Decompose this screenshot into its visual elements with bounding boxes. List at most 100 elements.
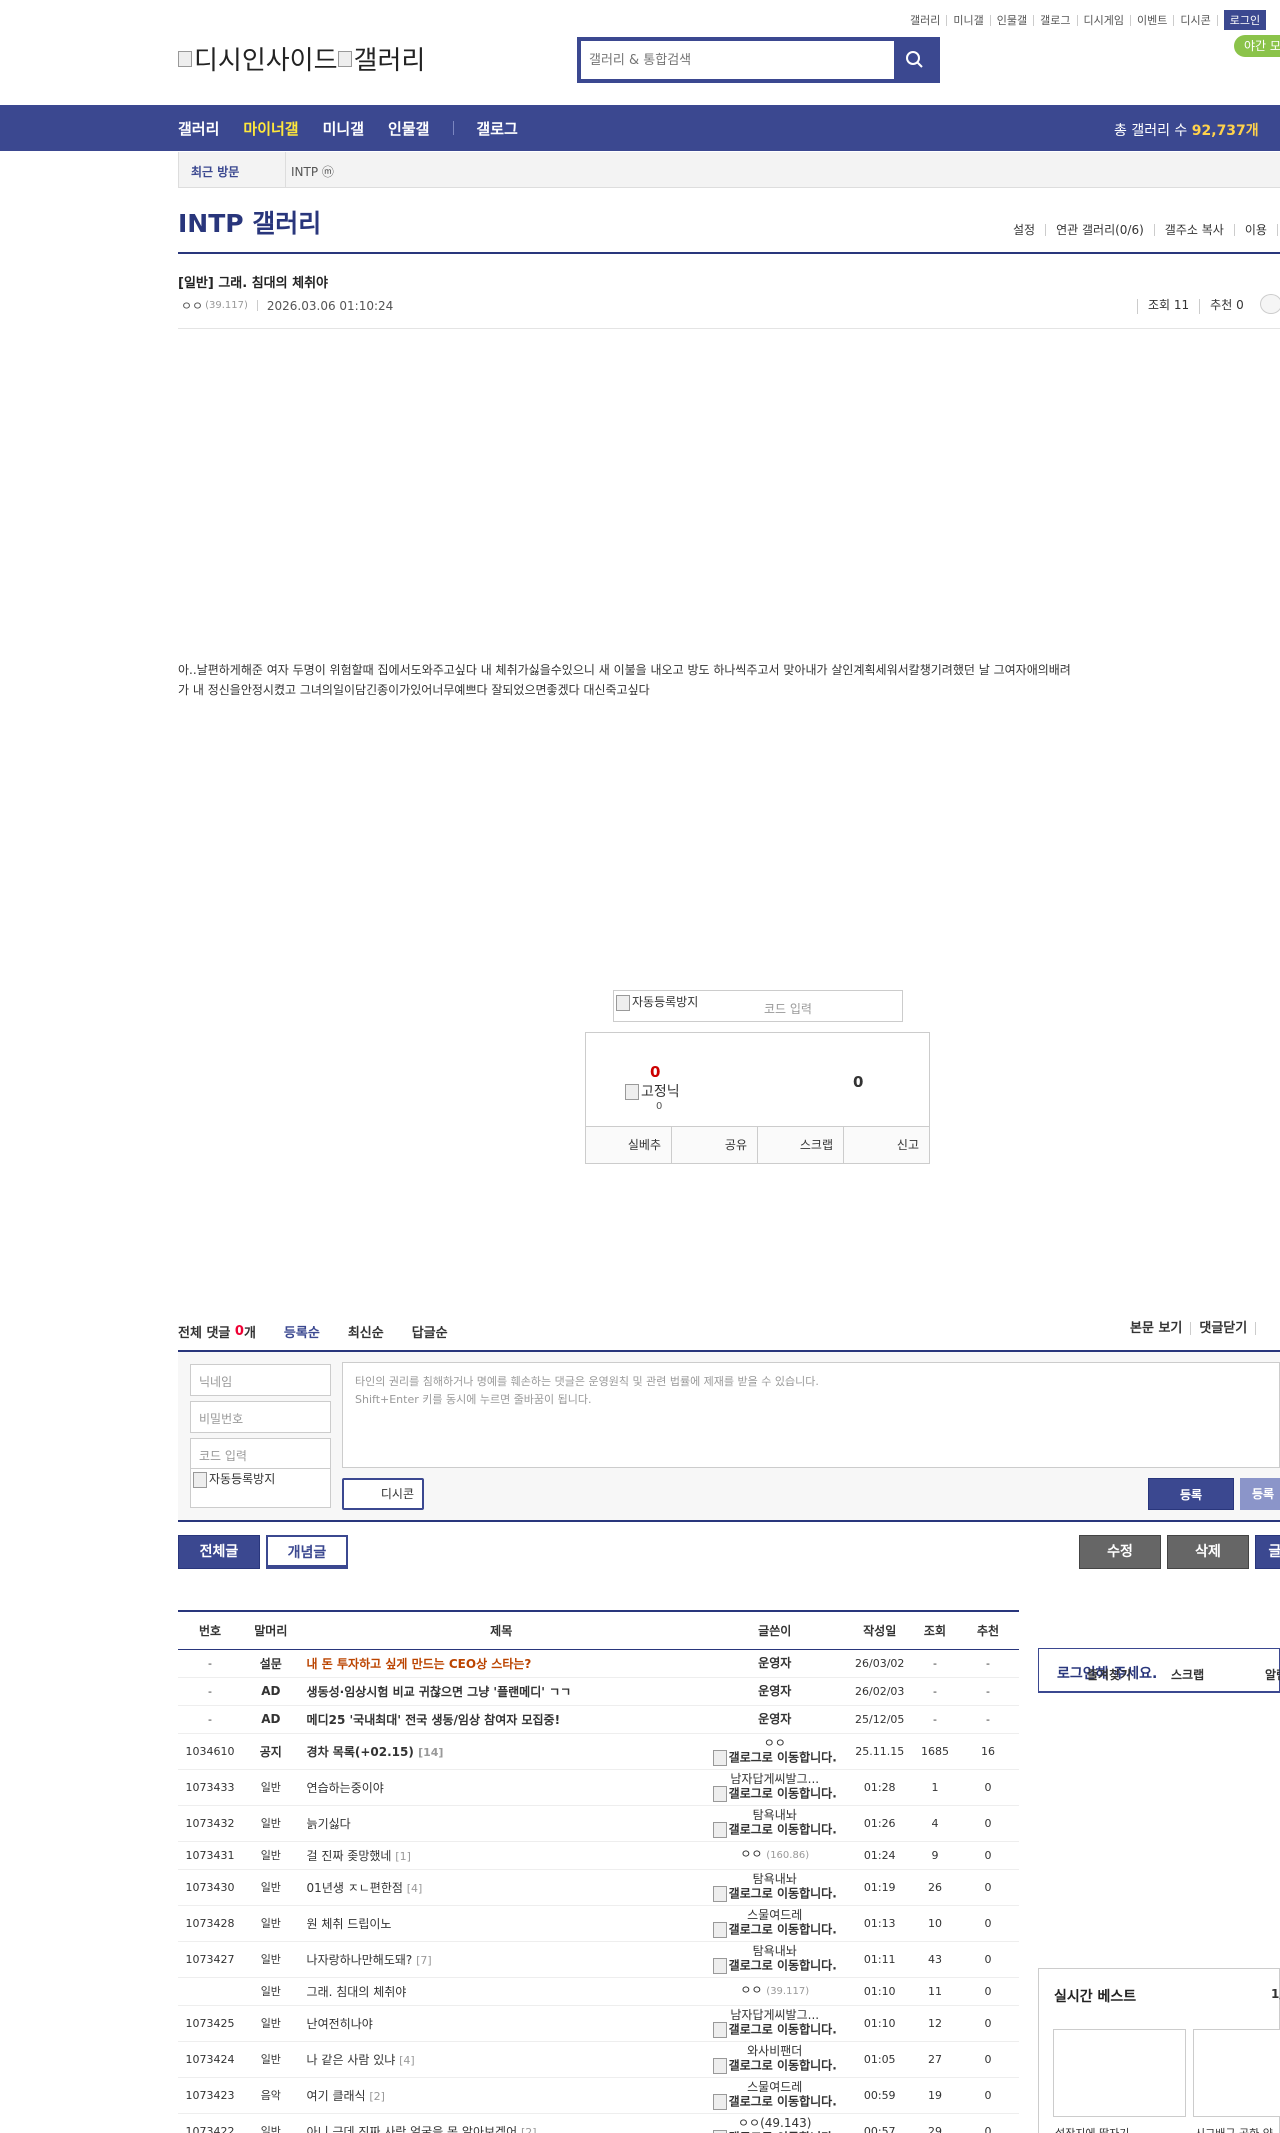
cell-subject[interactable]: 경차 목록(+02.15) [14]	[299, 1733, 703, 1770]
view-body-link[interactable]: 본문 보기	[1122, 1322, 1192, 1335]
reply-count[interactable]: [2]	[369, 2090, 385, 2103]
cell-subject[interactable]: 나 같은 사람 있냐 [4]	[299, 2041, 703, 2078]
table-row[interactable]: 일반 그래. 침대의 체취야 ㅇㅇ (39.117) 01:10 11 0	[178, 1977, 1019, 2006]
gallery-settings-link[interactable]: 설정	[1003, 224, 1047, 236]
gallery-title[interactable]: INTP 갤러리	[178, 204, 321, 240]
writer-nick[interactable]: ㅇㅇ	[740, 1847, 762, 1861]
writer-nick[interactable]: 운영자	[758, 1684, 791, 1698]
table-row[interactable]: - AD 메디25 '국내최대' 전국 생동/임상 참여자 모집중! 운영자 25/12…	[178, 1705, 1019, 1734]
table-row[interactable]: 1073428 일반 원 체취 드립이노 스물여드레 갤로그로 이동합니다. 01:13 1…	[178, 1905, 1019, 1942]
gallog-link[interactable]: 갤로그로 이동합니다.	[703, 1886, 847, 1902]
reply-count[interactable]: [14]	[418, 1746, 443, 1759]
comment-register-recommend-button[interactable]: 등록	[1240, 1478, 1280, 1510]
write-button[interactable]: 글	[1255, 1535, 1280, 1569]
cell-subject[interactable]: 걸 진짜 좆망했네 [1]	[299, 1841, 703, 1870]
cell-subject[interactable]: 난여전히나야	[299, 2005, 703, 2042]
cell-writer[interactable]: 탐욕내놔 갤로그로 이동합니다.	[702, 1941, 847, 1978]
writer-nick[interactable]: 남자답게씨발그...	[703, 1772, 847, 1786]
related-gallery-link[interactable]: 연관 갤러리(0/6)	[1046, 224, 1155, 236]
post-author[interactable]: ㅇㅇ	[181, 297, 203, 314]
cell-writer[interactable]: 운영자	[702, 1705, 847, 1734]
writer-nick[interactable]: ㅇㅇ(49.143)	[703, 2116, 847, 2130]
post-subject-link[interactable]: 01년생 ㅈㄴ편한점	[307, 1881, 403, 1895]
writer-nick[interactable]: 운영자	[758, 1712, 791, 1726]
writer-nick[interactable]: 와사비팬더	[703, 2044, 847, 2058]
table-row[interactable]: 1073432 일반 늙기싫다 탐욕내놔 갤로그로 이동합니다. 01:26 4 0	[178, 1805, 1019, 1842]
dccon-button[interactable]: 디시콘	[342, 1478, 424, 1510]
top-link-dccon[interactable]: 디시콘	[1174, 14, 1218, 26]
upvote-count[interactable]: 0	[650, 1063, 660, 1081]
password-field[interactable]: 비밀번호	[190, 1401, 331, 1433]
concept-posts-button[interactable]: 개념글	[266, 1535, 348, 1569]
table-row[interactable]: 1073431 일반 걸 진짜 좆망했네 [1] ㅇㅇ (160.86) 01:24 9 0	[178, 1841, 1019, 1870]
best-caption[interactable]: 설작지에 딸자기	[1055, 2125, 1129, 2133]
cell-writer[interactable]: 와사비팬더 갤로그로 이동합니다.	[702, 2041, 847, 2078]
cell-subject[interactable]: 아니 근데 진짜 사람 얼굴을 못 알아보겠어 [2]	[299, 2113, 703, 2133]
cell-subject[interactable]: 연습하는중이야	[299, 1769, 703, 1806]
best-thumbnail[interactable]	[1053, 2029, 1186, 2117]
nickname-field[interactable]: 닉네임	[190, 1364, 331, 1396]
scrap-button[interactable]: 스크랩	[758, 1127, 844, 1163]
nav-minor-gallery[interactable]: 마이너갤	[243, 118, 298, 139]
gallog-link[interactable]: 갤로그로 이동합니다.	[703, 1786, 847, 1802]
top-link-minigall[interactable]: 미니갤	[947, 14, 991, 26]
best-thumbnail[interactable]	[1193, 2029, 1280, 2117]
best-caption[interactable]: 시그배구 공화 약	[1195, 2125, 1273, 2133]
writer-nick[interactable]: 남자답게씨발그...	[703, 2008, 847, 2022]
usage-link[interactable]: 이용	[1235, 224, 1278, 236]
downvote-count[interactable]: 0	[853, 1073, 863, 1091]
edit-button[interactable]: 수정	[1079, 1535, 1161, 1569]
post-subject-link[interactable]: 원 체취 드립이노	[307, 1917, 392, 1931]
writer-nick[interactable]: 스물여드레	[703, 2080, 847, 2094]
nav-person-gallery[interactable]: 인물갤	[388, 118, 429, 139]
post-subject-link[interactable]: 생동성·임상시험 비교 귀찮으면 그냥 '플랜메디' ㄱㄱ	[307, 1685, 572, 1699]
cell-subject[interactable]: 늙기싫다	[299, 1805, 703, 1842]
cell-writer[interactable]: ㅇㅇ (39.117)	[702, 1977, 847, 2006]
writer-nick[interactable]: 탐욕내놔	[703, 1808, 847, 1822]
reply-count[interactable]: [1]	[395, 1850, 411, 1863]
cell-writer[interactable]: 탐욕내놔 갤로그로 이동합니다.	[702, 1869, 847, 1906]
cell-writer[interactable]: 운영자	[702, 1649, 847, 1678]
comment-jump-icon[interactable]	[1259, 294, 1280, 314]
reply-count[interactable]: [2]	[521, 2126, 537, 2133]
writer-nick[interactable]: ㅇㅇ	[740, 1983, 762, 1997]
comment-register-button[interactable]: 등록	[1148, 1478, 1234, 1510]
gallog-link[interactable]: 갤로그로 이동합니다.	[703, 1958, 847, 1974]
writer-nick[interactable]: ㅇㅇ	[703, 1736, 847, 1750]
post-subject-link[interactable]: 나자랑하나만해도돼?	[307, 1953, 413, 1967]
writer-nick[interactable]: 스물여드레	[703, 1908, 847, 1922]
code-field[interactable]: 코드 입력	[190, 1438, 331, 1470]
comment-textarea[interactable]: 타인의 권리를 침해하거나 명예를 훼손하는 댓글은 운영원칙 및 관련 법률에…	[342, 1362, 1280, 1468]
post-subject-link[interactable]: 난여전히나야	[307, 2017, 373, 2031]
table-row[interactable]: 1073422 일반 아니 근데 진짜 사람 얼굴을 못 알아보겠어 [2] ㅇㅇ(4…	[178, 2113, 1019, 2133]
scrap-link[interactable]: 스크랩	[1171, 1666, 1204, 1683]
nav-gallery[interactable]: 갤러리	[178, 118, 219, 139]
post-subject-link[interactable]: 늙기싫다	[307, 1817, 351, 1831]
table-row[interactable]: 1034610 공지 경차 목록(+02.15) [14] ㅇㅇ 갤로그로 이동합니다.…	[178, 1733, 1019, 1770]
captcha-input[interactable]: 코드 입력	[764, 1000, 812, 1017]
cell-writer[interactable]: 스물여드레 갤로그로 이동합니다.	[702, 2077, 847, 2114]
gallog-link[interactable]: 갤로그로 이동합니다.	[703, 1822, 847, 1838]
cell-subject[interactable]: 원 체취 드립이노	[299, 1905, 703, 1942]
gallog-link[interactable]: 갤로그로 이동합니다.	[703, 1750, 847, 1766]
table-row[interactable]: 1073427 일반 나자랑하나만해도돼? [7] 탐욕내놔 갤로그로 이동합니다. 01…	[178, 1941, 1019, 1978]
cell-subject[interactable]: 메디25 '국내최대' 전국 생동/임상 참여자 모집중!	[299, 1705, 703, 1734]
cell-writer[interactable]: ㅇㅇ (160.86)	[702, 1841, 847, 1870]
cell-writer[interactable]: 운영자	[702, 1677, 847, 1706]
post-subject-link[interactable]: 내 돈 투자하고 싶게 만드는 CEO상 스타는?	[307, 1657, 532, 1671]
writer-nick[interactable]: 탐욕내놔	[703, 1944, 847, 1958]
cell-writer[interactable]: ㅇㅇ(49.143)갤로그로 이동합니다.	[702, 2113, 847, 2133]
search-button[interactable]	[894, 41, 936, 79]
table-row[interactable]: 1073433 일반 연습하는중이야 남자답게씨발그... 갤로그로 이동합니다. 01:…	[178, 1769, 1019, 1806]
cell-writer[interactable]: 탐욕내놔 갤로그로 이동합니다.	[702, 1805, 847, 1842]
cell-subject[interactable]: 생동성·임상시험 비교 귀찮으면 그냥 '플랜메디' ㄱㄱ	[299, 1677, 703, 1706]
night-mode-toggle[interactable]: 야간 모	[1234, 35, 1280, 57]
table-row[interactable]: 1073423 음악 여기 클래식 [2] 스물여드레 갤로그로 이동합니다. 00:59…	[178, 2077, 1019, 2114]
post-subject-link[interactable]: 연습하는중이야	[307, 1781, 384, 1795]
post-subject-link[interactable]: 그래. 침대의 체취야	[307, 1985, 407, 1999]
table-row[interactable]: 1073430 일반 01년생 ㅈㄴ편한점 [4] 탐욕내놔 갤로그로 이동합니다. 01…	[178, 1869, 1019, 1906]
login-button[interactable]: 로그인	[1223, 10, 1267, 30]
post-subject-link[interactable]: 여기 클래식	[307, 2089, 366, 2103]
top-link-gallery[interactable]: 갤러리	[904, 14, 948, 26]
sort-register[interactable]: 등록순	[284, 1322, 320, 1341]
